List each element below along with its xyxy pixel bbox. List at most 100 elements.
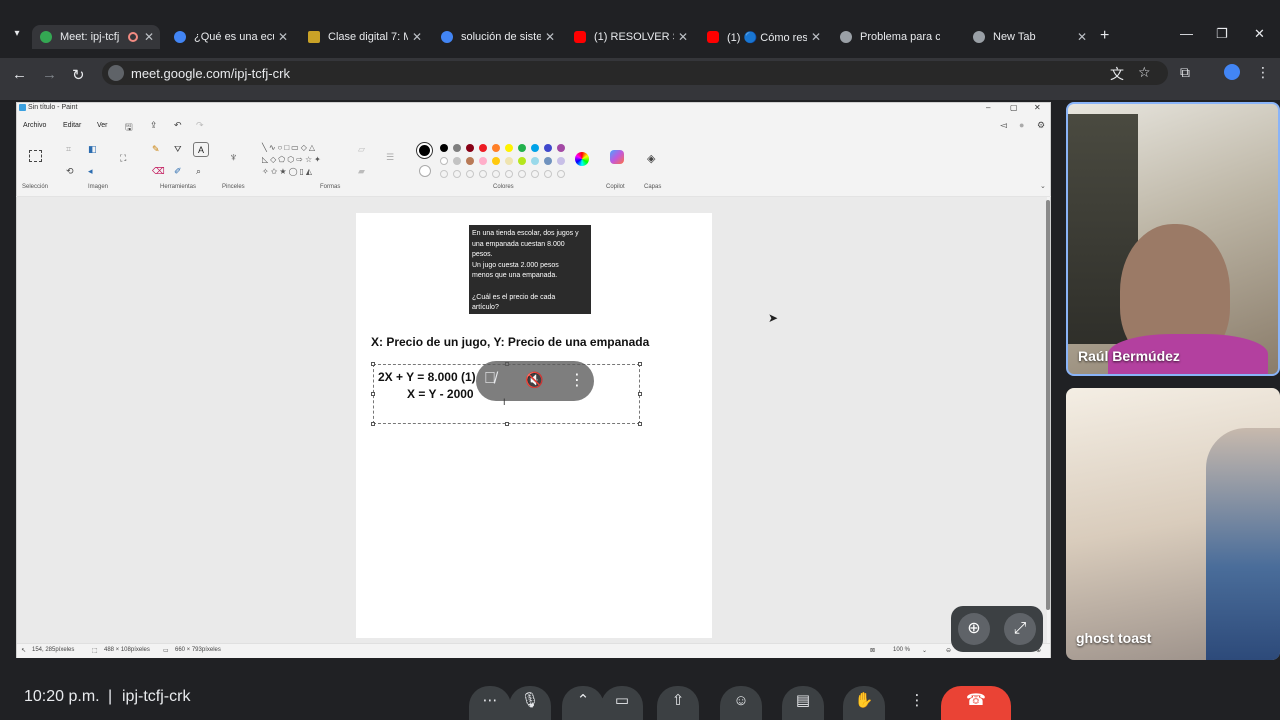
translate-icon[interactable]: 文	[1110, 64, 1124, 84]
volume-off-icon[interactable]: 🔇	[525, 371, 544, 389]
tab-clase-digital[interactable]: Clase digital 7: M ✕	[300, 25, 428, 49]
color-swatch[interactable]	[440, 144, 448, 152]
emoji-reaction-icon[interactable]: ☺	[720, 686, 762, 720]
color-swatch[interactable]	[531, 157, 539, 165]
more-options-icon[interactable]: ⋯	[469, 686, 511, 720]
tab-close-icon[interactable]: ✕	[1077, 30, 1087, 44]
more-actions-icon[interactable]: ⋮	[896, 686, 938, 720]
resize-handle[interactable]	[505, 422, 509, 426]
custom-color-slot[interactable]	[544, 170, 552, 178]
bookmark-star-icon[interactable]: ☆	[1138, 64, 1151, 81]
feedback-icon[interactable]: ◅	[1000, 120, 1007, 131]
custom-color-slot[interactable]	[505, 170, 513, 178]
url-text[interactable]: meet.google.com/ipj-tcfj-crk	[131, 66, 290, 81]
image-select-icon[interactable]: ⛶	[120, 153, 126, 164]
tab-close-icon[interactable]: ✕	[412, 30, 422, 44]
profile-avatar[interactable]	[1224, 64, 1240, 80]
custom-color-slot[interactable]	[479, 170, 487, 178]
rotate-icon[interactable]: ⟲	[66, 166, 74, 177]
brush-icon[interactable]: ♆	[229, 150, 238, 164]
color-swatch[interactable]	[479, 157, 487, 165]
menu-editar[interactable]: Editar	[63, 122, 81, 129]
present-screen-icon[interactable]: ⇧	[657, 686, 699, 720]
participant-tile-raul[interactable]: Raúl Bermúdez	[1066, 102, 1280, 376]
shape-outline-icon[interactable]: ▱	[358, 144, 365, 155]
resize-icon[interactable]: ◧	[88, 144, 97, 155]
flip-icon[interactable]: ◂	[88, 166, 93, 177]
custom-color-slot[interactable]	[531, 170, 539, 178]
resize-handle[interactable]	[371, 422, 375, 426]
tab-close-icon[interactable]: ✕	[678, 30, 688, 44]
menu-kebab-icon[interactable]: ⋮	[1256, 64, 1270, 81]
fullscreen-icon[interactable]: ⤢	[1004, 613, 1036, 645]
equation-2[interactable]: X = Y - 2000	[407, 387, 474, 401]
custom-color-slot[interactable]	[453, 170, 461, 178]
tab-que-es[interactable]: ¿Qué es una ecu ✕	[166, 25, 294, 49]
fit-window-icon[interactable]: ⊠	[870, 647, 875, 654]
zoom-out-icon[interactable]: ⊖	[946, 647, 951, 654]
text-tool-icon[interactable]: A	[193, 142, 209, 157]
tab-close-icon[interactable]: ✕	[811, 30, 821, 44]
forward-arrow-icon[interactable]: →	[42, 66, 57, 83]
color-swatch[interactable]	[440, 157, 448, 165]
color-swatch[interactable]	[466, 157, 474, 165]
color-swatch[interactable]	[557, 144, 565, 152]
select-tool-icon[interactable]	[29, 150, 42, 162]
settings-gear-icon[interactable]: ⚙	[1037, 120, 1045, 131]
secondary-color-swatch[interactable]	[419, 165, 431, 177]
participant-tile-ghost[interactable]: ghost toast	[1066, 388, 1280, 660]
fill-bucket-icon[interactable]: ⛛	[174, 144, 182, 155]
redo-icon[interactable]: ↷	[196, 120, 204, 131]
equation-1[interactable]: 2X + Y = 8.000 (1)	[378, 370, 476, 384]
shape-size-icon[interactable]: ☰	[386, 152, 394, 163]
color-swatch[interactable]	[492, 157, 500, 165]
color-swatch[interactable]	[544, 144, 552, 152]
ribbon-collapse-icon[interactable]: ⌄	[1040, 182, 1046, 190]
color-swatch[interactable]	[505, 144, 513, 152]
captions-icon[interactable]: ▤	[782, 686, 824, 720]
camera-icon[interactable]: ▭	[601, 686, 643, 720]
end-call-button[interactable]: ☎	[941, 686, 1011, 720]
tab-search-icon[interactable]: ▾	[8, 28, 26, 46]
resize-handle[interactable]	[638, 422, 642, 426]
color-swatch[interactable]	[505, 157, 513, 165]
back-arrow-icon[interactable]: ←	[12, 66, 27, 83]
primary-color-swatch[interactable]	[417, 143, 432, 158]
custom-color-slot[interactable]	[440, 170, 448, 178]
audio-options-chevron-icon[interactable]: ⌃	[562, 686, 604, 720]
extensions-icon[interactable]: ⧉	[1180, 64, 1190, 81]
color-swatch[interactable]	[453, 144, 461, 152]
color-picker-icon[interactable]: ✐	[174, 166, 182, 177]
resize-handle[interactable]	[371, 362, 375, 366]
tab-problema[interactable]: Problema para c	[832, 25, 960, 49]
profile-icon[interactable]: ●	[1019, 120, 1024, 130]
custom-color-slot[interactable]	[492, 170, 500, 178]
menu-ver[interactable]: Ver	[97, 122, 108, 129]
color-swatch[interactable]	[466, 144, 474, 152]
color-swatch[interactable]	[453, 157, 461, 165]
color-palette[interactable]	[440, 144, 570, 178]
close-window-icon[interactable]: ✕	[1254, 26, 1265, 42]
color-swatch[interactable]	[479, 144, 487, 152]
reload-icon[interactable]: ↻	[72, 66, 85, 84]
paint-close-icon[interactable]: ✕	[1034, 103, 1041, 112]
raise-hand-icon[interactable]: ✋	[843, 686, 885, 720]
tab-solucion[interactable]: solución de siste ✕	[433, 25, 561, 49]
tab-close-icon[interactable]: ✕	[144, 30, 154, 44]
site-info-icon[interactable]	[108, 65, 124, 81]
pencil-icon[interactable]: ✎	[152, 144, 160, 155]
color-swatch[interactable]	[518, 144, 526, 152]
crop-icon[interactable]: ⌗	[66, 144, 71, 155]
custom-color-slot[interactable]	[466, 170, 474, 178]
undo-icon[interactable]: ↶	[174, 120, 182, 131]
tab-close-icon[interactable]: ✕	[545, 30, 555, 44]
paint-maximize-icon[interactable]: ▢	[1010, 103, 1018, 112]
menu-archivo[interactable]: Archivo	[23, 122, 46, 129]
copilot-icon[interactable]	[610, 150, 624, 164]
zoom-level[interactable]: 100 %	[893, 647, 910, 653]
tab-close-icon[interactable]: ✕	[278, 30, 288, 44]
vertical-scrollbar[interactable]	[1046, 200, 1050, 610]
shape-fill-icon[interactable]: ▰	[358, 166, 365, 177]
save-icon[interactable]: 🖫	[125, 120, 133, 136]
zoom-dropdown-icon[interactable]: ⌄	[922, 647, 927, 654]
